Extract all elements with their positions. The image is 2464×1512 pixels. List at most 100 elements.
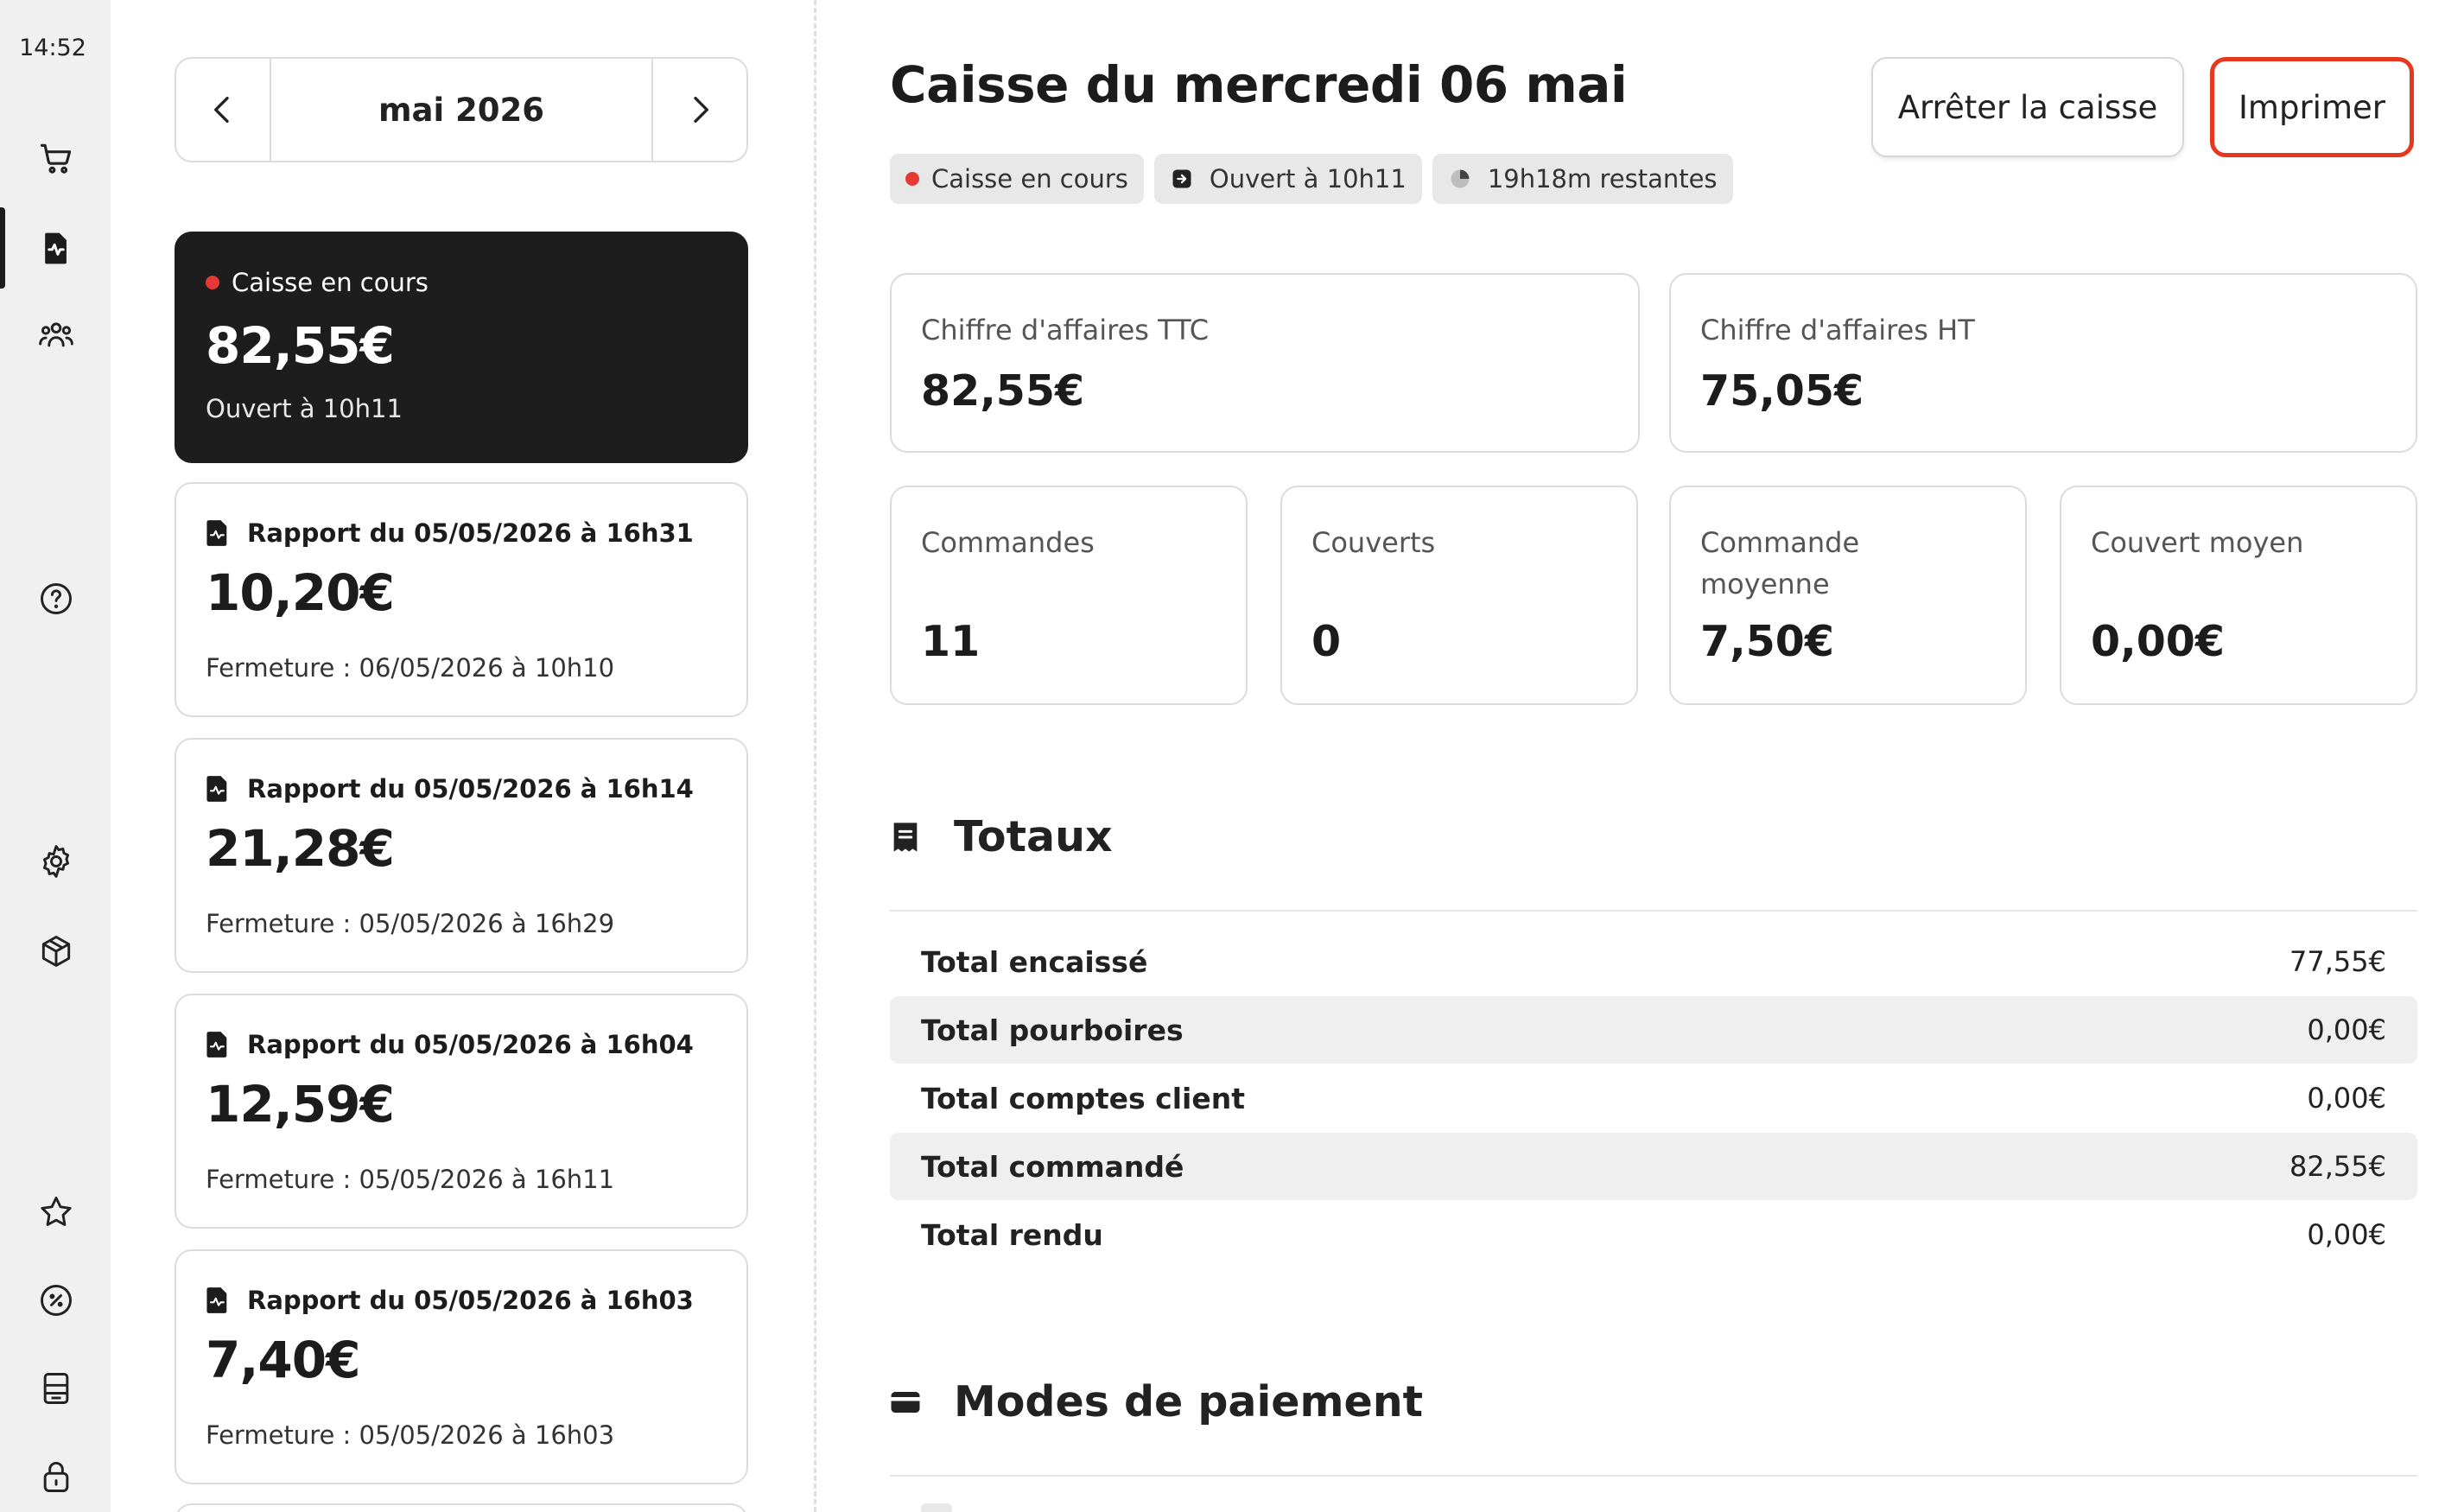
stat-value: 0 [1311, 617, 1342, 666]
clock-time: 14:52 [19, 35, 86, 61]
discount-icon[interactable] [33, 1277, 79, 1324]
report-subtitle: Fermeture : 06/05/2026 à 10h10 [206, 653, 615, 683]
report-subtitle: Ouvert à 10h11 [206, 394, 403, 423]
chevron-left-icon [214, 97, 229, 123]
stat-label: Chiffre d'affaires HT [1700, 314, 1975, 346]
month-label: mai 2026 [270, 59, 653, 161]
totals-row-label: Total comptes client [921, 1081, 1246, 1115]
stat-card-couvert-moyen: Couvert moyen 0,00€ [2060, 486, 2417, 705]
status-badge: Caisse en cours [890, 154, 1144, 204]
stat-card-commandes: Commandes 11 [890, 486, 1248, 705]
report-title: Rapport du 05/05/2026 à 16h31 [247, 518, 694, 548]
credit-card-icon [891, 1391, 920, 1413]
stat-label: Commande moyenne [1700, 526, 1860, 600]
section-divider [890, 1475, 2417, 1477]
settings-icon[interactable] [33, 838, 79, 885]
stat-value: 11 [921, 617, 981, 666]
totals-row-value: 0,00€ [2307, 1082, 2386, 1115]
report-title: Rapport du 05/05/2026 à 16h14 [247, 774, 694, 804]
print-button[interactable]: Imprimer [2210, 57, 2414, 157]
receipt-icon [893, 822, 918, 852]
report-card-current[interactable]: Caisse en cours 82,55€ Ouvert à 10h11 [175, 232, 748, 463]
stop-register-button[interactable]: Arrêter la caisse [1871, 57, 2184, 157]
star-icon[interactable] [33, 1189, 79, 1236]
report-status: Caisse en cours [232, 268, 429, 297]
month-navigator: mai 2026 [175, 57, 748, 162]
totals-heading: Totaux [890, 812, 1113, 861]
report-amount: 7,40€ [206, 1331, 360, 1389]
totals-row-value: 77,55€ [2289, 945, 2386, 978]
report-doc-icon [206, 776, 227, 802]
report-card[interactable]: Rapport du 05/05/2026 à 16h03 7,40€ Ferm… [175, 1249, 748, 1484]
stat-label: Chiffre d'affaires TTC [921, 314, 1210, 346]
report-icon[interactable] [33, 225, 79, 271]
cart-icon[interactable] [33, 135, 79, 181]
report-doc-icon [206, 520, 227, 546]
column-divider [814, 0, 816, 1512]
stat-card-ca-ht: Chiffre d'affaires HT 75,05€ [1669, 273, 2417, 453]
live-status-dot [206, 276, 219, 289]
stat-label: Couvert moyen [2091, 526, 2304, 559]
report-card[interactable]: Rapport du 05/05/2026 à 16h14 21,28€ Fer… [175, 738, 748, 973]
totals-row-value: 0,00€ [2307, 1013, 2386, 1046]
next-month-button[interactable] [653, 59, 746, 161]
report-title: Rapport du 05/05/2026 à 16h03 [247, 1286, 694, 1315]
stat-value: 75,05€ [1700, 366, 1864, 416]
stat-value: 0,00€ [2091, 617, 2225, 666]
payment-modes-heading: Modes de paiement [890, 1377, 1423, 1426]
report-amount: 10,20€ [206, 563, 395, 622]
report-card[interactable]: Rapport du 05/05/2026 à 16h31 10,20€ Fer… [175, 482, 748, 717]
payment-row-partial [921, 1503, 952, 1512]
report-doc-icon [206, 1032, 227, 1058]
stat-card-couverts: Couverts 0 [1280, 486, 1638, 705]
report-amount: 21,28€ [206, 819, 395, 878]
report-amount: 12,59€ [206, 1075, 395, 1134]
totals-row-value: 82,55€ [2289, 1150, 2386, 1183]
report-amount: 82,55€ [206, 316, 395, 375]
users-icon[interactable] [33, 311, 79, 358]
totals-row: Total rendu 0,00€ [890, 1201, 2417, 1268]
stat-card-ca-ttc: Chiffre d'affaires TTC 82,55€ [890, 273, 1640, 453]
totals-row-label: Total rendu [921, 1217, 1103, 1252]
report-card[interactable]: Rapport du 05/05/2026 à 16h04 12,59€ Fer… [175, 994, 748, 1229]
box-icon[interactable] [33, 928, 79, 975]
opened-badge-label: Ouvert à 10h11 [1209, 164, 1407, 194]
active-indicator [0, 207, 5, 289]
totals-row-value: 0,00€ [2307, 1218, 2386, 1251]
status-badges: Caisse en cours Ouvert à 10h11 19h18m re… [890, 154, 1733, 204]
payment-modes-heading-label: Modes de paiement [954, 1377, 1424, 1426]
status-badge-label: Caisse en cours [931, 164, 1128, 194]
stat-value: 7,50€ [1700, 617, 1834, 666]
section-divider [890, 910, 2417, 912]
stat-value: 82,55€ [921, 366, 1085, 416]
help-icon[interactable] [33, 575, 79, 622]
opened-badge: Ouvert à 10h11 [1153, 154, 1422, 204]
printer-icon[interactable] [33, 1365, 79, 1412]
remaining-badge-label: 19h18m restantes [1487, 164, 1718, 194]
report-doc-icon [206, 1287, 227, 1313]
nav-rail: 14:52 [0, 0, 111, 1512]
page-title: Caisse du mercredi 06 mai [890, 55, 1628, 114]
pie-timer-icon [1451, 169, 1470, 188]
totals-row: Total pourboires 0,00€ [890, 996, 2417, 1064]
totals-row-label: Total encaissé [921, 944, 1148, 979]
stat-label: Couverts [1311, 526, 1436, 559]
remaining-badge: 19h18m restantes [1432, 154, 1733, 204]
login-icon [1172, 169, 1191, 188]
report-subtitle: Fermeture : 05/05/2026 à 16h03 [206, 1420, 615, 1450]
totals-row-label: Total pourboires [921, 1013, 1184, 1047]
stat-card-commande-moyenne: Commande moyenne 7,50€ [1669, 486, 2027, 705]
stat-label: Commandes [921, 526, 1095, 559]
report-subtitle: Fermeture : 05/05/2026 à 16h11 [206, 1165, 615, 1194]
prev-month-button[interactable] [176, 59, 270, 161]
totals-heading-label: Totaux [954, 812, 1113, 861]
live-status-dot [905, 172, 919, 186]
totals-row: Total encaissé 77,55€ [890, 928, 2417, 995]
totals-row: Total commandé 82,55€ [890, 1133, 2417, 1200]
totals-row-label: Total commandé [921, 1149, 1184, 1184]
report-card-partial[interactable] [175, 1503, 748, 1512]
lock-icon[interactable] [33, 1453, 79, 1500]
report-subtitle: Fermeture : 05/05/2026 à 16h29 [206, 909, 615, 938]
chevron-right-icon [694, 97, 708, 123]
totals-row: Total comptes client 0,00€ [890, 1064, 2417, 1132]
